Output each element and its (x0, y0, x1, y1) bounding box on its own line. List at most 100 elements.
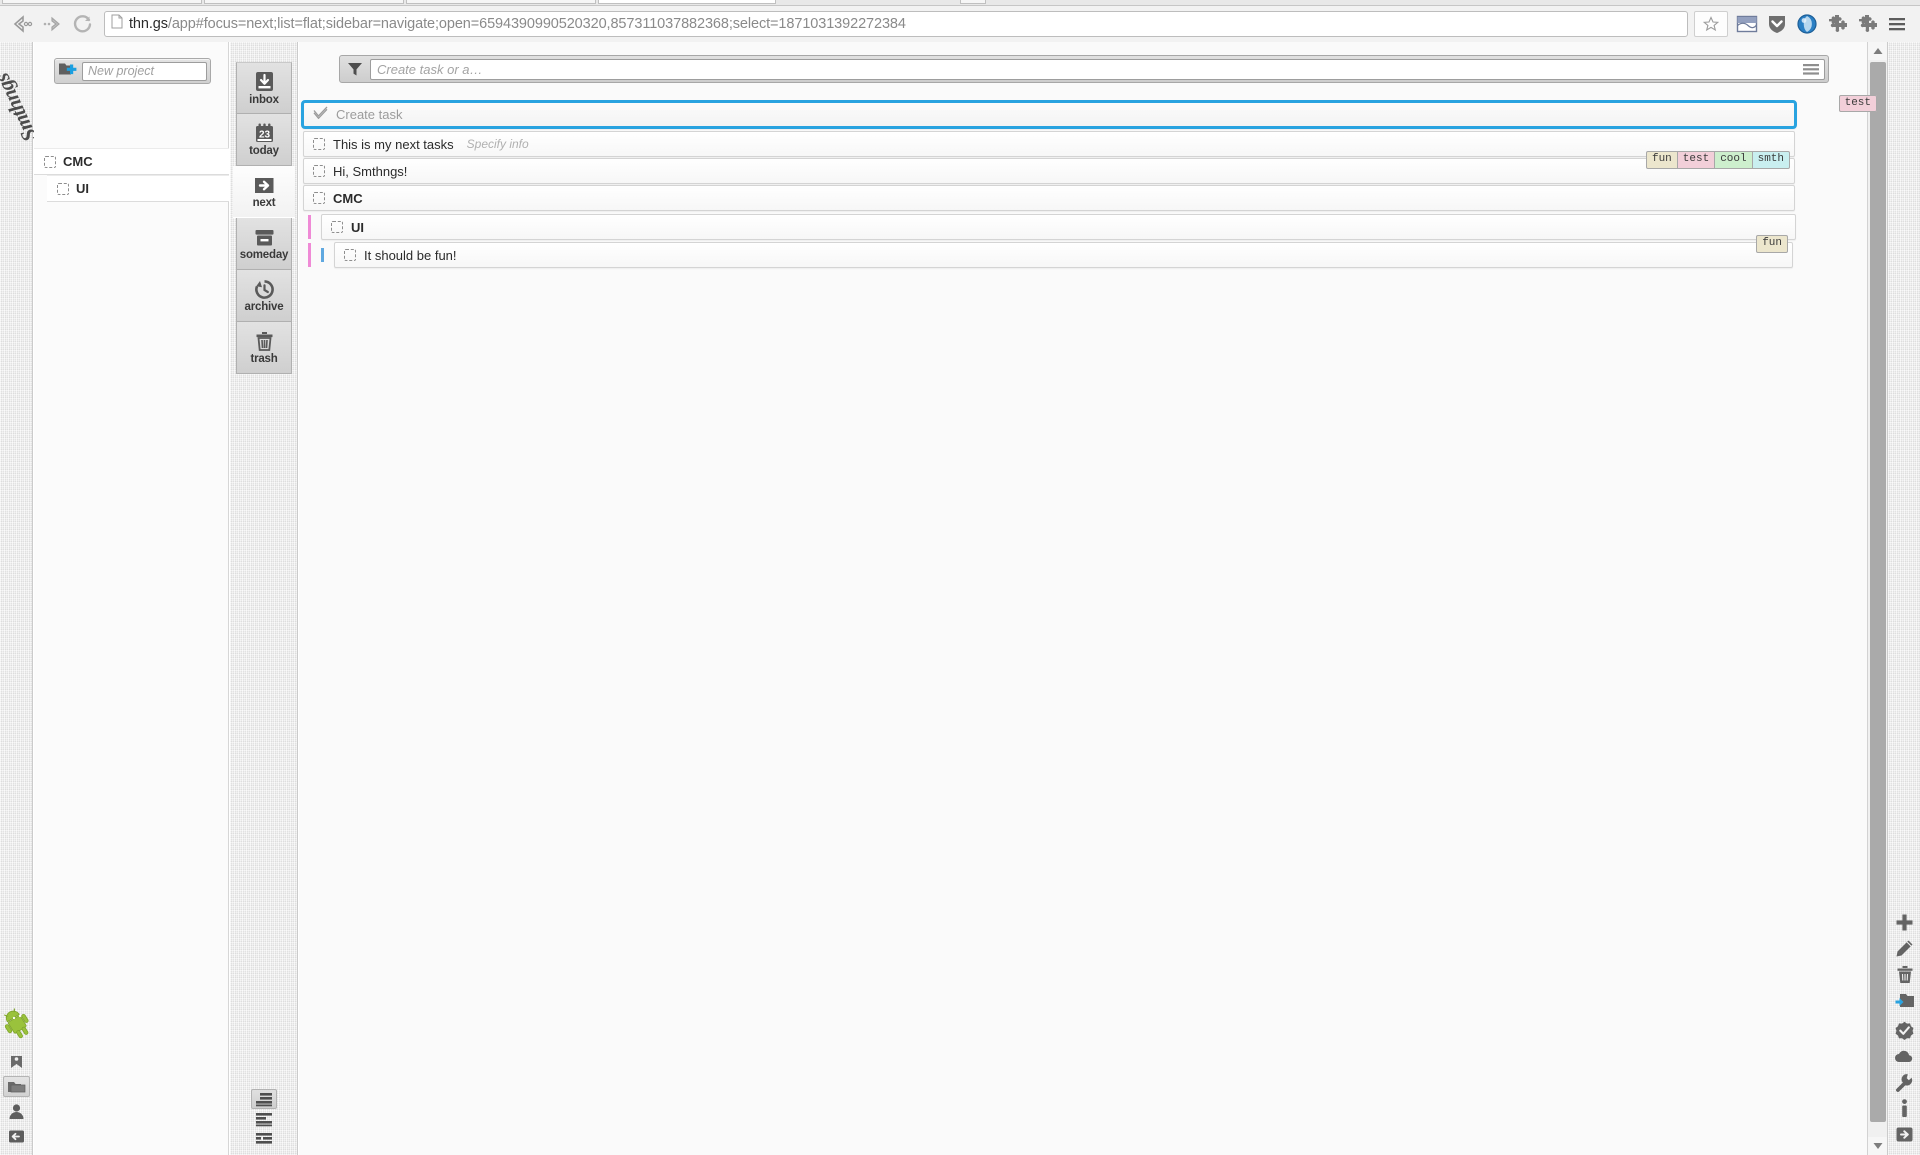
focus-item-someday[interactable]: someday (236, 218, 292, 270)
dashed-checkbox-icon[interactable] (57, 182, 69, 195)
filter-placeholder: Create task or a… (377, 61, 483, 77)
focus-item-next[interactable]: next (233, 166, 295, 218)
floating-tag[interactable]: test (1838, 92, 1877, 112)
shield-chevron-down-icon[interactable] (1762, 10, 1792, 38)
checkmark-outline-icon[interactable] (313, 106, 328, 124)
dashed-checkbox-icon[interactable] (313, 192, 325, 204)
list-view-compact-icon[interactable] (251, 1129, 277, 1149)
filter-funnel-icon[interactable] (343, 61, 366, 77)
person-icon[interactable] (3, 1101, 30, 1122)
folder-move-icon[interactable] (1892, 990, 1918, 1011)
browser-tab[interactable] (2, 0, 202, 4)
task-label: UI (351, 219, 364, 235)
puzzle-piece-icon[interactable] (1822, 10, 1852, 38)
focus-item-today[interactable]: 23 today (236, 114, 292, 166)
dashed-checkbox-icon[interactable] (331, 221, 343, 233)
main-content: Create task or a… test Create task This … (299, 42, 1887, 1155)
tag-chip[interactable]: fun (1645, 151, 1678, 169)
focus-item-inbox[interactable]: inbox (236, 62, 292, 114)
hamburger-menu-icon[interactable] (1803, 63, 1819, 76)
list-view-flat-icon[interactable] (251, 1109, 277, 1129)
tag-chip[interactable]: test (1838, 95, 1877, 112)
wrench-settings-icon[interactable] (1892, 1072, 1918, 1093)
project-sidebar: New project CMC UI (34, 42, 229, 1155)
rail-bottom-tools (0, 1001, 33, 1147)
tag-lock-icon[interactable] (3, 1051, 30, 1072)
new-project-input[interactable]: New project (82, 61, 207, 81)
browser-tab-active[interactable] (598, 0, 776, 4)
task-row[interactable]: It should be fun! fun (334, 235, 1793, 268)
reload-icon[interactable] (68, 10, 98, 38)
brand-rail: Smthngs (0, 42, 42, 1155)
browser-new-tab-button[interactable] (960, 0, 986, 4)
back-arrow-icon[interactable] (8, 10, 38, 38)
cloud-sync-icon[interactable] (1892, 1046, 1918, 1067)
svg-text:23: 23 (258, 129, 270, 140)
folder-icon[interactable] (3, 1076, 30, 1097)
task-row-project[interactable]: UI (321, 214, 1796, 240)
check-badge-icon[interactable] (1892, 1020, 1918, 1041)
project-label: UI (76, 181, 89, 196)
hamburger-menu-icon[interactable] (1882, 10, 1912, 38)
task-hint[interactable]: Specify info (467, 137, 529, 151)
panel-split-icon[interactable] (1732, 10, 1762, 38)
tag-chip[interactable]: smth (1751, 151, 1790, 169)
new-project-placeholder: New project (88, 64, 154, 78)
right-toolbar-rail (1887, 42, 1920, 1155)
puzzle-piece-icon[interactable] (1852, 10, 1882, 38)
trash-can-icon (253, 330, 276, 352)
tag-chip[interactable]: cool (1714, 151, 1753, 169)
project-label: CMC (63, 154, 93, 169)
dashed-checkbox-icon[interactable] (313, 138, 325, 150)
task-row[interactable]: Hi, Smthngs! fun test cool smth (303, 151, 1795, 184)
project-item-ui[interactable]: UI (47, 175, 229, 202)
task-indent-wrapper: UI (299, 214, 1887, 240)
logout-arrow-icon[interactable] (1892, 1124, 1918, 1145)
focus-item-trash[interactable]: trash (236, 322, 292, 374)
list-view-indented-icon[interactable] (251, 1089, 277, 1109)
scroll-down-arrow-icon[interactable] (1868, 1137, 1888, 1155)
task-row[interactable]: This is my next tasks Specify info (303, 131, 1795, 157)
info-icon[interactable] (1892, 1098, 1918, 1119)
bookmark-star-icon[interactable] (1694, 11, 1728, 37)
focus-item-label: someday (239, 249, 289, 261)
scrollbar-thumb[interactable] (1870, 62, 1886, 1122)
browser-chrome: thn.gs/app#focus=next;list=flat;sidebar=… (0, 0, 1920, 42)
trash-delete-icon[interactable] (1892, 964, 1918, 985)
task-label: It should be fun! (364, 247, 457, 263)
plus-add-icon[interactable] (1892, 912, 1918, 933)
scroll-up-arrow-icon[interactable] (1868, 42, 1888, 60)
forward-arrow-icon[interactable] (38, 10, 68, 38)
task-row-project[interactable]: CMC (303, 185, 1795, 211)
tag-chip[interactable]: fun (1756, 235, 1788, 253)
tag-chip[interactable]: test (1676, 151, 1716, 169)
dashed-checkbox-icon[interactable] (313, 165, 325, 177)
tag-group: fun (1756, 235, 1788, 253)
url-text: thn.gs/app#focus=next;list=flat;sidebar=… (129, 16, 906, 32)
android-robot-icon[interactable] (0, 1001, 33, 1047)
focus-item-archive[interactable]: archive (236, 270, 292, 322)
login-arrow-icon[interactable] (3, 1126, 30, 1147)
app-logo: Smthngs (0, 52, 42, 162)
task-indent-wrapper: It should be fun! fun (299, 235, 1887, 268)
task-label: This is my next tasks (333, 136, 454, 152)
indent-bar-pink (308, 215, 311, 239)
url-bar[interactable]: thn.gs/app#focus=next;list=flat;sidebar=… (104, 11, 1688, 37)
globe-blue-icon[interactable] (1792, 10, 1822, 38)
filter-input[interactable]: Create task or a… (370, 58, 1825, 80)
pencil-edit-icon[interactable] (1892, 938, 1918, 959)
dashed-checkbox-icon[interactable] (344, 249, 356, 261)
new-project-bar[interactable]: New project (54, 58, 211, 84)
browser-tab[interactable] (204, 0, 404, 4)
new-folder-plus-icon (58, 61, 78, 82)
dashed-checkbox-icon[interactable] (44, 155, 56, 168)
project-item-cmc[interactable]: CMC (34, 148, 229, 175)
create-task-row[interactable]: Create task (301, 100, 1797, 129)
browser-tab[interactable] (406, 0, 596, 4)
project-list: CMC UI (34, 148, 229, 202)
vertical-scrollbar[interactable] (1867, 42, 1888, 1155)
task-label: Create task (336, 107, 403, 122)
focus-nav-list: inbox 23 today next someday archive tras… (233, 62, 295, 374)
filter-bar[interactable]: Create task or a… (339, 55, 1829, 83)
focus-item-label: next (252, 197, 276, 209)
